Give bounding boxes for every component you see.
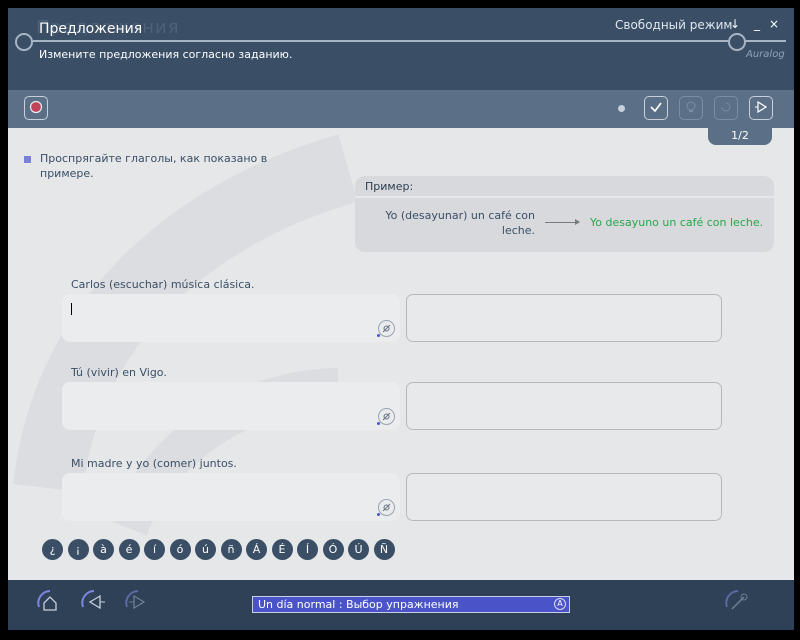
char-button[interactable]: Ó bbox=[322, 539, 344, 560]
example-header: Пример: bbox=[355, 176, 774, 198]
forward-icon bbox=[123, 587, 153, 621]
char-button[interactable]: Á bbox=[246, 539, 267, 560]
home-button[interactable] bbox=[34, 588, 66, 620]
answer-result-box bbox=[406, 382, 722, 430]
back-icon bbox=[79, 587, 109, 621]
status-text: Un día normal : Выбор упражнения bbox=[258, 598, 459, 611]
example-label: Пример: bbox=[365, 180, 414, 193]
prev-button[interactable] bbox=[78, 588, 110, 620]
answer-result-box bbox=[406, 473, 722, 521]
special-char-bar: ¿ ¡ à é í ó ú ñ Á É Í Ó Ú Ñ bbox=[42, 539, 399, 561]
char-button[interactable]: ú bbox=[195, 539, 216, 560]
arrow-icon bbox=[545, 219, 580, 225]
char-button[interactable]: í bbox=[144, 539, 165, 560]
char-button[interactable]: Ñ bbox=[373, 539, 395, 560]
char-button[interactable]: Í bbox=[297, 539, 318, 560]
char-button[interactable]: É bbox=[271, 539, 293, 560]
answer-input[interactable] bbox=[62, 473, 400, 521]
char-button[interactable]: ó bbox=[169, 539, 191, 560]
tools-button[interactable] bbox=[722, 588, 754, 620]
char-button[interactable]: é bbox=[118, 539, 140, 560]
question-prompt: Carlos (escuchar) música clásica. bbox=[71, 278, 255, 291]
text-caret bbox=[71, 303, 72, 315]
char-button[interactable]: ¡ bbox=[67, 539, 89, 560]
answer-result-box bbox=[406, 294, 722, 342]
char-button[interactable]: ¿ bbox=[42, 539, 63, 560]
example-source: Yo (desayunar) un café con leche. bbox=[385, 209, 535, 237]
footer: Un día normal : Выбор упражнения A bbox=[8, 580, 794, 630]
answer-input[interactable] bbox=[62, 294, 400, 342]
example-box: Пример: Yo (desayunar) un café con leche… bbox=[355, 176, 774, 252]
microphone-icon[interactable] bbox=[377, 320, 395, 337]
char-button[interactable]: à bbox=[93, 539, 114, 560]
home-icon bbox=[35, 587, 65, 621]
question-prompt: Mi madre y yo (comer) juntos. bbox=[71, 457, 237, 470]
char-button[interactable]: ñ bbox=[220, 539, 242, 560]
microphone-icon[interactable] bbox=[377, 499, 395, 516]
app-window: Предложения Предложения Измените предлож… bbox=[8, 8, 794, 630]
microphone-icon[interactable] bbox=[377, 408, 395, 425]
forward-button[interactable] bbox=[122, 588, 154, 620]
char-button[interactable]: Ú bbox=[348, 539, 369, 560]
tools-icon bbox=[723, 587, 753, 621]
instruction-bullet bbox=[24, 156, 31, 163]
example-result: Yo desayuno un café con leche. bbox=[590, 216, 764, 229]
answer-input[interactable] bbox=[62, 382, 400, 430]
instruction-text: Проспрягайте глаголы, как показано в при… bbox=[40, 152, 268, 180]
status-expand-icon[interactable]: A bbox=[554, 598, 566, 610]
question-prompt: Tú (vivir) en Vigo. bbox=[71, 366, 167, 379]
status-bar[interactable]: Un día normal : Выбор упражнения A bbox=[252, 596, 570, 613]
